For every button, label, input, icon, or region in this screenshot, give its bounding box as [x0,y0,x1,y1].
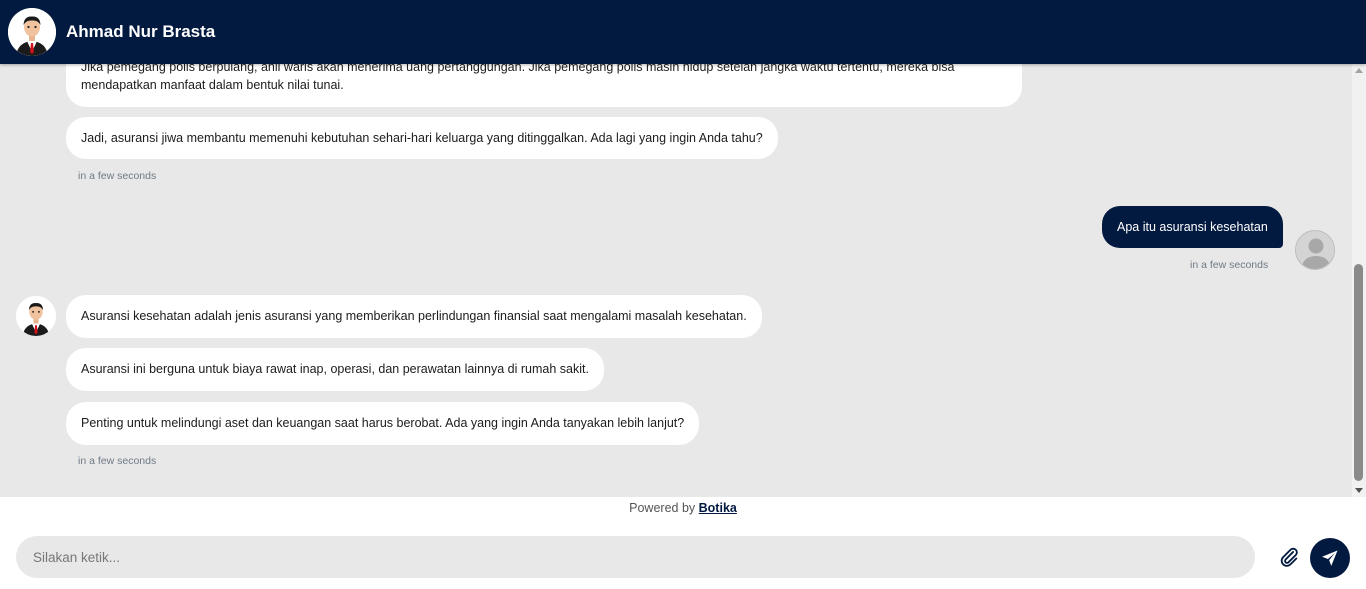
bot-message: Asuransi kesehatan adalah jenis asuransi… [66,295,762,338]
scroll-up-arrow-icon[interactable] [1355,68,1363,73]
message-input[interactable] [16,536,1255,578]
agent-avatar-icon [8,8,56,56]
send-button[interactable] [1310,538,1350,578]
chat-header: Ahmad Nur Brasta [0,0,1366,64]
send-icon [1322,550,1338,566]
powered-by: Powered by Botika [0,501,1366,515]
message-timestamp: in a few seconds [78,455,157,467]
user-message: Apa itu asuransi kesehatan [1102,206,1283,248]
agent-name: Ahmad Nur Brasta [66,22,216,41]
chat-scrollbar[interactable] [1352,64,1366,497]
bot-message: Jika pemegang polis berpulang, ahli wari… [66,64,1022,107]
paperclip-icon[interactable] [1278,546,1300,568]
user-avatar-icon [1295,230,1335,270]
bot-avatar-icon [16,296,56,336]
message-timestamp: in a few seconds [78,170,157,182]
scroll-thumb[interactable] [1354,264,1363,481]
bot-message: Jadi, asuransi jiwa membantu memenuhi ke… [66,117,778,159]
message-list[interactable]: Jika pemegang polis berpulang, ahli wari… [0,64,1352,497]
botika-link[interactable]: Botika [699,501,737,515]
scroll-down-arrow-icon[interactable] [1355,488,1363,493]
bot-message: Penting untuk melindungi aset dan keuang… [66,402,700,445]
message-composer [0,524,1366,589]
powered-by-label: Powered by [629,501,696,515]
message-timestamp: in a few seconds [1190,259,1269,271]
bot-message: Asuransi ini berguna untuk biaya rawat i… [66,348,604,391]
